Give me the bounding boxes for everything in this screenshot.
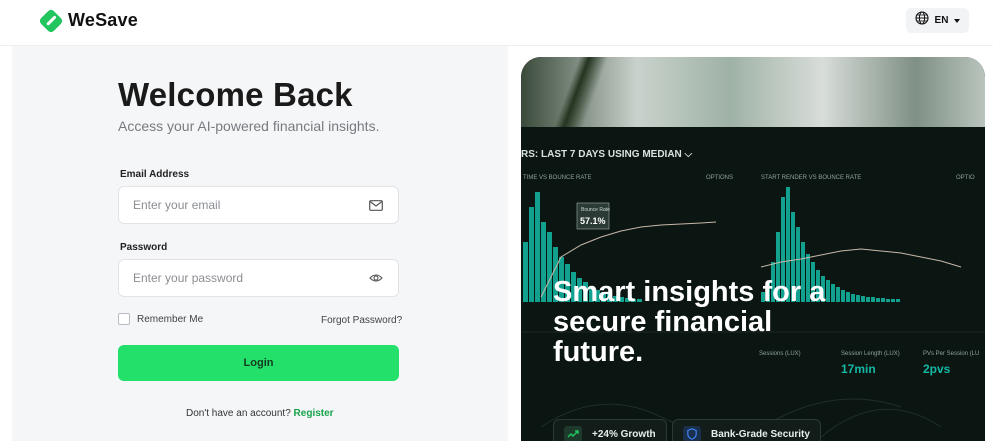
bar: [856, 295, 860, 302]
bar: [876, 298, 880, 302]
bar: [871, 297, 875, 302]
brand-logo[interactable]: WeSave: [38, 7, 138, 34]
remember-label: Remember Me: [137, 313, 204, 325]
language-selector[interactable]: EN: [906, 8, 969, 33]
bar: [886, 299, 890, 302]
hero-image: RS: LAST 7 DAYS USING MEDIAN ⌵ TIME VS B…: [521, 57, 985, 441]
email-field[interactable]: [118, 186, 399, 224]
bar: [547, 232, 552, 302]
language-label: EN: [934, 15, 949, 26]
bar: [836, 287, 840, 302]
bar: [541, 222, 546, 302]
chevron-down-icon: [954, 18, 961, 23]
stat-session-value: 17min: [841, 362, 876, 376]
trend-up-icon: [564, 426, 582, 441]
page-subtitle: Access your AI-powered financial insight…: [118, 118, 380, 134]
register-link[interactable]: Register: [294, 408, 334, 419]
login-button[interactable]: Login: [118, 345, 399, 381]
password-input[interactable]: [133, 271, 368, 285]
stat-session-length: Session Length (LUX): [841, 351, 900, 357]
bar: [891, 299, 895, 302]
left-panel-title: TIME VS BOUNCE RATE: [523, 175, 592, 181]
login-panel: Welcome Back Access your AI-powered fina…: [12, 46, 508, 441]
growth-chip-label: +24% Growth: [592, 428, 656, 440]
remember-me[interactable]: Remember Me: [118, 313, 203, 325]
tooltip-value: 57.1%: [580, 216, 606, 226]
signup-prompt-text: Don't have an account?: [186, 408, 291, 419]
password-label: Password: [120, 242, 168, 253]
stat-pvs: PVs Per Session (LU: [923, 351, 979, 357]
hero-headline: Smart insights for a secure financial fu…: [553, 276, 826, 368]
bar: [861, 296, 865, 302]
right-panel-title: START RENDER VS BOUNCE RATE: [761, 175, 861, 181]
bar: [529, 207, 534, 302]
growth-chip: +24% Growth: [553, 419, 667, 441]
brand-name: WeSave: [68, 10, 138, 30]
tooltip-label: Bounce Rate: [581, 207, 610, 213]
bar: [841, 290, 845, 302]
bar: [851, 294, 855, 302]
bar: [523, 242, 528, 302]
signup-prompt: Don't have an account? Register: [186, 408, 334, 419]
bar: [866, 297, 870, 302]
page-title: Welcome Back: [118, 76, 353, 113]
eye-icon[interactable]: [368, 270, 384, 286]
remember-checkbox[interactable]: [118, 313, 130, 325]
security-chip: Bank-Grade Security: [672, 419, 821, 441]
left-panel-options: OPTIONS: [706, 175, 733, 181]
shield-icon: [683, 426, 701, 441]
bar: [896, 299, 900, 302]
bar: [881, 298, 885, 302]
logo-leaf-icon: [38, 7, 64, 34]
top-bar: WeSave EN: [0, 0, 993, 46]
email-input[interactable]: [133, 198, 368, 212]
password-field[interactable]: [118, 259, 399, 297]
hero-photo-background: [521, 57, 985, 127]
right-panel-options: OPTIO: [956, 175, 975, 181]
forgot-password-link[interactable]: Forgot Password?: [321, 315, 402, 326]
globe-icon: [914, 11, 929, 30]
mail-icon: [368, 197, 384, 213]
email-label: Email Address: [120, 169, 190, 180]
stat-pvs-value: 2pvs: [923, 362, 951, 376]
bar: [535, 192, 540, 302]
bar: [846, 292, 850, 302]
security-chip-label: Bank-Grade Security: [711, 428, 810, 440]
